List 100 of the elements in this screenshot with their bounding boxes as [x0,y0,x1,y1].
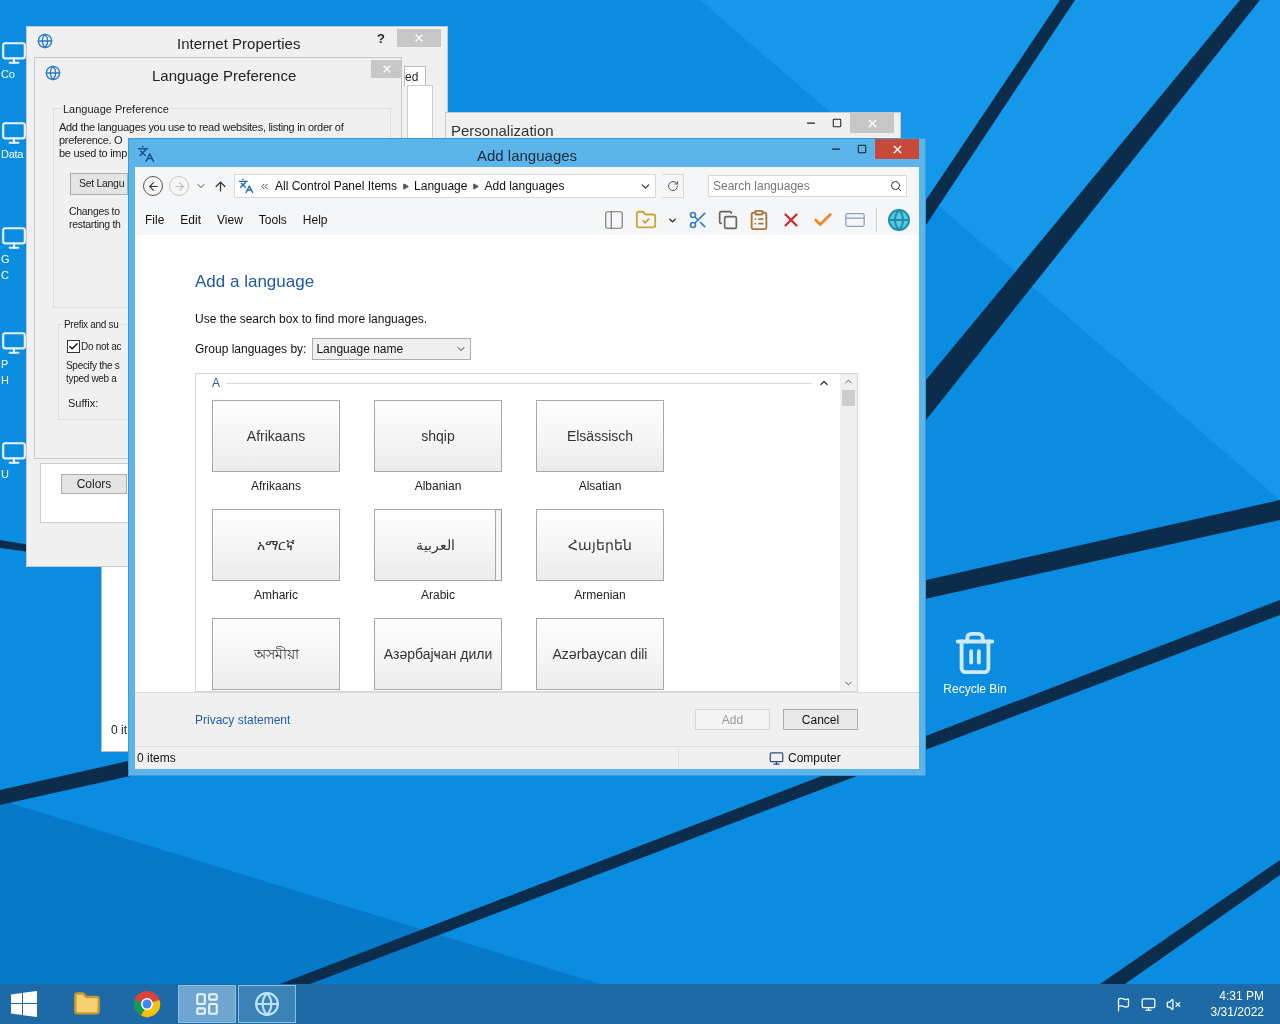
hint-text: Use the search box to find more languages. [195,311,429,328]
refresh-icon [666,180,679,192]
close-icon [413,32,425,44]
menu-item[interactable]: File [145,211,165,229]
desktop-icon-label[interactable]: Data [1,146,24,162]
description-text: be used to imp [59,147,127,160]
maximize-icon[interactable] [832,118,842,128]
colors-button[interactable]: Colors [61,474,127,494]
zone-text: Computer [788,750,841,767]
group-letter: A [212,375,220,392]
language-tile[interactable]: shqip [374,400,502,472]
arrow-left-icon [146,179,160,193]
note-text: Specify the s [66,359,120,372]
folder-icon[interactable] [635,209,657,231]
breadcrumb[interactable]: Add languages [484,177,565,195]
description-text: preference. O [59,134,123,147]
scissors-icon[interactable] [688,210,708,230]
clock-date[interactable]: 3/31/2022 [1210,1004,1264,1020]
status-text: 0 items [135,749,679,767]
separator-icon [402,182,410,190]
desktop-icon-label[interactable]: G [1,251,10,267]
up-button[interactable] [213,178,228,194]
menu-item[interactable]: Edit [180,211,202,229]
desktop-icon-label[interactable]: Recycle Bin [943,680,1007,698]
desktop-icon-label[interactable]: Co [1,66,15,82]
language-tile[interactable]: অসমীয়া [212,618,340,690]
note-text: typed web a [66,372,117,385]
language-tile[interactable]: Elsässisch [536,400,664,472]
desktop-icon[interactable] [1,40,27,66]
copy-icon[interactable] [718,210,738,230]
window-icon [37,33,53,49]
breadcrumb[interactable]: Language [414,177,468,195]
menu-item[interactable]: Help [302,211,328,229]
network-icon[interactable] [1140,996,1156,1012]
window-title: Personalization [451,121,554,141]
window-icon [45,65,61,81]
dialog-button[interactable]: Cancel [783,709,858,730]
desktop-icon[interactable] [1,225,27,251]
window-title: Internet Properties [177,34,301,54]
check-icon [68,341,79,352]
language-tile[interactable]: Azərbaycan dili [536,618,664,690]
refresh-button[interactable] [662,174,684,198]
language-name: Afrikaans [251,479,301,493]
scroll-thumb[interactable] [842,390,855,406]
taskbar-app[interactable] [178,985,236,1023]
address-bar[interactable]: All Control Panel Items Language Add languages [234,174,656,198]
search-field[interactable]: Search languages [708,175,907,197]
location-icon [238,178,254,194]
scrollbar[interactable] [840,374,857,691]
language-name: Albanian [414,479,462,493]
language-name: Amharic [254,588,298,602]
arrow-right-icon [172,179,186,193]
suffix-label: Suffix: [68,396,99,411]
language-tile[interactable]: Азәрбајҹан дили [374,618,502,690]
language-name: Alsatian [578,479,622,493]
maximize-icon[interactable] [857,144,867,154]
set-language-button[interactable]: Set Langu [70,173,128,195]
privacy-link[interactable]: Privacy statement [195,710,291,729]
flag-icon[interactable] [1115,996,1131,1012]
globe-icon [254,991,280,1017]
clipboard-icon[interactable] [748,209,770,231]
window-title: Language Preference [152,66,297,86]
note-text: Changes to [69,205,120,218]
window-icon [137,145,155,163]
close-button[interactable] [875,139,919,159]
desktop-icon-label[interactable]: P [1,356,9,372]
clock-time[interactable]: 4:31 PM [1219,988,1264,1004]
language-name: Armenian [574,588,626,602]
page-heading: Add a language [195,271,316,293]
separator-icon [472,182,480,190]
desktop-icon[interactable] [1,120,27,146]
group-by-select[interactable]: Language name [312,338,472,360]
start-icon[interactable] [11,991,37,1017]
desktop-icon[interactable] [1,440,27,466]
group-by-label: Group languages by: [195,341,307,358]
breadcrumb[interactable]: All Control Panel Items [275,177,398,195]
desktop-icon-label[interactable]: U [1,466,9,482]
language-name: Arabic [421,588,455,602]
taskbar-app[interactable] [238,985,296,1023]
speaker-muted-icon[interactable] [1165,996,1181,1012]
window-title: Add languages [477,146,578,166]
language-tile[interactable]: Afrikaans [212,400,340,472]
language-tile[interactable]: አማርኛ [212,509,340,581]
folder-icon [73,990,101,1018]
menu-item[interactable]: View [217,211,243,229]
language-tile[interactable]: Հայերեն [536,509,664,581]
checkbox-label: Do not ac [81,340,122,354]
panel-icon[interactable] [603,209,625,231]
language-tile[interactable]: العربية [374,509,496,581]
dashboard-icon [194,991,220,1017]
desktop-icon-label[interactable]: H [1,372,9,388]
checkbox[interactable] [67,340,80,353]
note-text: restarting th [69,218,121,231]
description-text: Add the languages you use to read websites, listing in order of [59,121,344,134]
menu-item[interactable]: Tools [258,211,287,229]
desktop-icon-label[interactable]: C [1,267,9,283]
globe-icon[interactable] [887,208,911,232]
search-icon [890,180,902,192]
desktop-icon[interactable] [1,330,27,356]
help-button[interactable]: ? [377,29,385,49]
